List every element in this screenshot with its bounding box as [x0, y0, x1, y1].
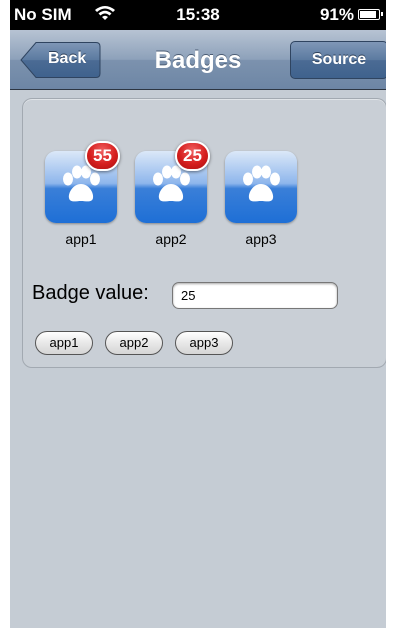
paw-icon	[153, 165, 190, 202]
battery-icon	[358, 9, 383, 20]
badges-panel: 55 app1 25 app2 app3	[22, 98, 386, 368]
paw-icon	[63, 165, 100, 202]
set-badge-app3-button[interactable]: app3	[175, 331, 233, 355]
app2-label: app2	[155, 231, 187, 247]
app3-icon	[225, 151, 297, 223]
badge-value-label: Badge value:	[32, 282, 149, 304]
set-badge-app2-button[interactable]: app2	[105, 331, 163, 355]
app2-badge: 25	[175, 141, 210, 171]
screen: No SIM 15:38 91% Back Badges Source 55 a…	[10, 0, 386, 628]
source-button[interactable]: Source	[290, 41, 386, 79]
status-bar: No SIM 15:38 91%	[10, 0, 386, 30]
navigation-bar: Back Badges Source	[10, 30, 386, 90]
app1-label: app1	[65, 231, 97, 247]
app1-badge: 55	[85, 141, 120, 171]
app3-label: app3	[245, 231, 277, 247]
badge-value-input[interactable]	[172, 282, 338, 309]
paw-icon	[243, 165, 280, 202]
battery-percent: 91%	[319, 5, 354, 24]
set-badge-app1-button[interactable]: app1	[35, 331, 93, 355]
